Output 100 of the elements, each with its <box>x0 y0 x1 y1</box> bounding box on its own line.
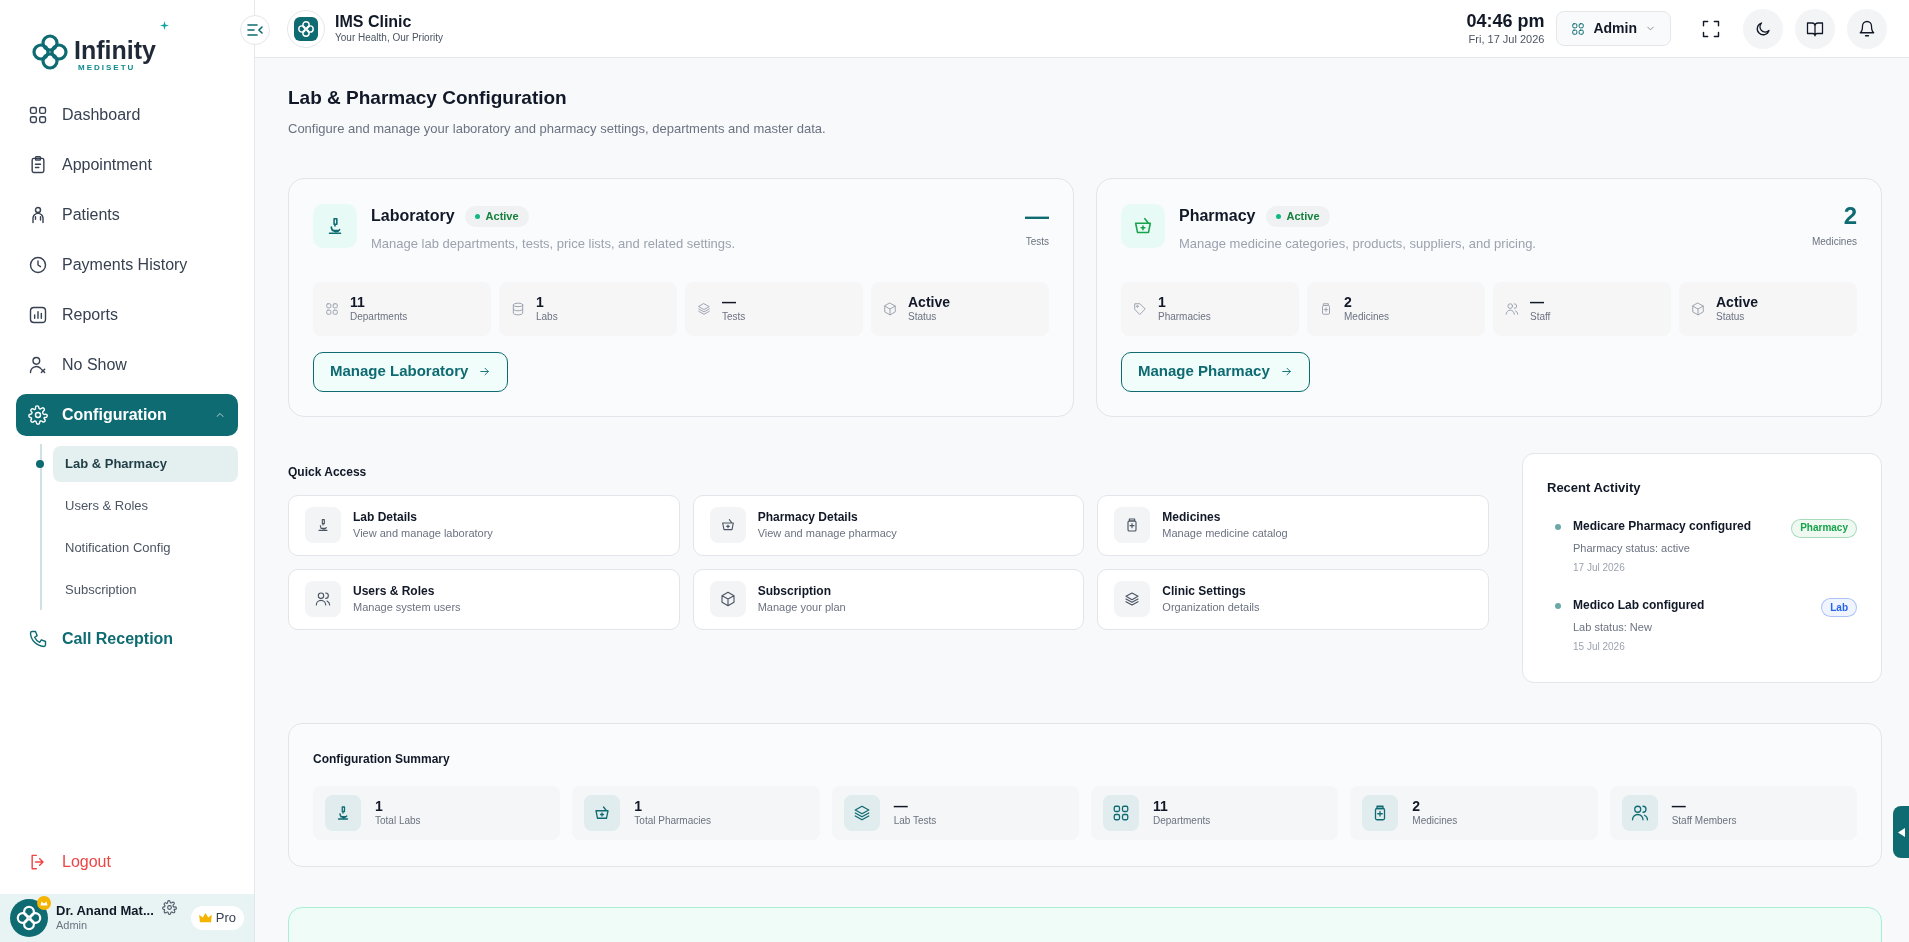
users-icon <box>315 591 331 607</box>
status-badge: Active <box>464 205 529 227</box>
tile-title: Subscription <box>757 583 832 599</box>
nav-item[interactable]: Dashboard <box>16 94 238 136</box>
arrow-right-icon <box>478 365 492 378</box>
headline-value: 2 <box>1843 204 1857 228</box>
logo-tagline: MEDISETU <box>78 63 136 72</box>
logout-link[interactable]: Logout <box>16 842 238 882</box>
page-subtitle: Configure and manage your laboratory and pharmacy settings, departments and master data. <box>288 119 827 138</box>
cube-icon <box>883 301 897 316</box>
subnav-item[interactable]: Users & Roles <box>53 488 238 524</box>
tile-title: Pharmacy Details <box>757 509 859 525</box>
module-title: Laboratory <box>371 206 455 226</box>
stat-value: Active <box>908 293 951 311</box>
stat-value: — <box>1530 293 1545 311</box>
side-panel-tab[interactable] <box>1893 806 1909 858</box>
clinic-name: IMS Clinic <box>335 12 413 33</box>
summary-value: 1 <box>375 797 384 815</box>
summary-value: — <box>1671 797 1687 815</box>
summary-label: Staff Members <box>1671 815 1737 828</box>
quick-access-tile[interactable]: Lab Details View and manage laboratory <box>288 494 680 556</box>
stat-value: 2 <box>1344 293 1353 311</box>
quick-access-tile[interactable]: Clinic Settings Organization details <box>1097 568 1489 630</box>
nav-item[interactable]: Appointment <box>16 144 238 186</box>
section-title: Quick Access <box>288 463 368 481</box>
grid-icon <box>1571 21 1586 36</box>
manage-button[interactable]: Manage Pharmacy <box>1121 351 1310 392</box>
plan-badge: Pro <box>190 906 244 930</box>
arrow-right-icon <box>1279 365 1293 378</box>
tile-subtitle: Manage medicine catalog <box>1162 526 1288 541</box>
cube-icon <box>1691 301 1705 316</box>
users-icon <box>1630 803 1649 822</box>
stat-label: Pharmacies <box>1158 311 1211 324</box>
quick-access-tile[interactable]: Subscription Manage your plan <box>692 568 1085 630</box>
tag-icon <box>1133 301 1147 316</box>
summary-label: Total Labs <box>375 815 421 828</box>
clover-logo-icon <box>30 32 70 72</box>
clover-logo-icon <box>297 19 315 38</box>
users-icon <box>1505 301 1519 316</box>
nav-item[interactable]: Configuration <box>16 394 238 436</box>
nav-item[interactable]: Call Reception <box>16 618 238 660</box>
stat-value: 11 <box>350 293 366 311</box>
notifications-button[interactable] <box>1847 8 1887 49</box>
moon-icon <box>1754 19 1772 38</box>
nav-item[interactable]: No Show <box>16 344 238 386</box>
user-role: Admin <box>56 919 89 933</box>
stat-label: Status <box>908 311 938 324</box>
database-icon <box>511 301 525 316</box>
tile-subtitle: Organization details <box>1162 600 1260 615</box>
nav-item[interactable]: Payments History <box>16 244 238 286</box>
summary-label: Medicines <box>1412 815 1458 828</box>
activity-title: Medico Lab configured <box>1573 598 1705 614</box>
quick-access-tile[interactable]: Pharmacy Details View and manage pharmacy <box>692 494 1085 556</box>
cube-icon <box>719 591 736 607</box>
page-title: Lab & Pharmacy Configuration <box>288 86 568 110</box>
activity-tag: Lab <box>1821 598 1857 618</box>
subnav-item[interactable]: Subscription <box>53 572 238 608</box>
tile-title: Lab Details <box>353 509 419 525</box>
summary-label: Total Pharmacies <box>634 815 712 828</box>
settings-icon <box>161 900 177 915</box>
phone-icon <box>28 629 48 649</box>
stat-label: Medicines <box>1344 311 1390 324</box>
fullscreen-icon <box>1701 18 1721 39</box>
summary-value: — <box>893 797 909 815</box>
theme-button[interactable] <box>1743 8 1783 49</box>
quick-access-tile[interactable]: Medicines Manage medicine catalog <box>1097 494 1489 556</box>
settings-icon <box>28 405 48 425</box>
summary-label: Lab Tests <box>893 815 937 828</box>
subnav-item[interactable]: Lab & Pharmacy <box>53 446 238 482</box>
sidebar-toggle-button[interactable] <box>240 15 270 45</box>
manage-button[interactable]: Manage Laboratory <box>313 351 509 392</box>
role-dropdown[interactable]: Admin <box>1556 11 1671 46</box>
nav-item[interactable]: Patients <box>16 194 238 236</box>
activity-date: 15 Jul 2026 <box>1573 641 1626 654</box>
stat-value: 1 <box>1158 293 1167 311</box>
clock-icon <box>28 255 48 275</box>
guide-button[interactable] <box>1795 8 1835 49</box>
tile-title: Clinic Settings <box>1162 583 1247 599</box>
nav-item[interactable]: Reports <box>16 294 238 336</box>
status-badge: Active <box>1265 205 1330 227</box>
collapse-menu-icon <box>247 23 263 37</box>
layers-icon <box>852 803 871 822</box>
module-description: Manage medicine categories, products, suppliers, and pricing. <box>1179 235 1537 253</box>
summary-value: 2 <box>1412 797 1422 815</box>
tile-subtitle: View and manage pharmacy <box>757 526 897 541</box>
subnav-item[interactable]: Notification Config <box>53 530 238 566</box>
section-title: Configuration Summary <box>313 750 451 768</box>
module-title: Pharmacy <box>1179 206 1256 226</box>
headline-label: Medicines <box>1811 235 1857 249</box>
clock-time: 04:46 pm <box>1466 10 1545 33</box>
crown-icon <box>198 912 212 924</box>
tile-subtitle: View and manage laboratory <box>353 526 493 541</box>
quick-access-tile[interactable]: Users & Roles Manage system users <box>288 568 680 630</box>
sparkle-icon <box>159 21 169 30</box>
stat-label: Tests <box>722 311 746 324</box>
tile-subtitle: Manage system users <box>353 600 461 615</box>
book-icon <box>1806 19 1824 38</box>
summary-label: Departments <box>1153 815 1211 828</box>
section-title: Recent Activity <box>1547 478 1642 497</box>
stat-label: Labs <box>536 311 558 324</box>
